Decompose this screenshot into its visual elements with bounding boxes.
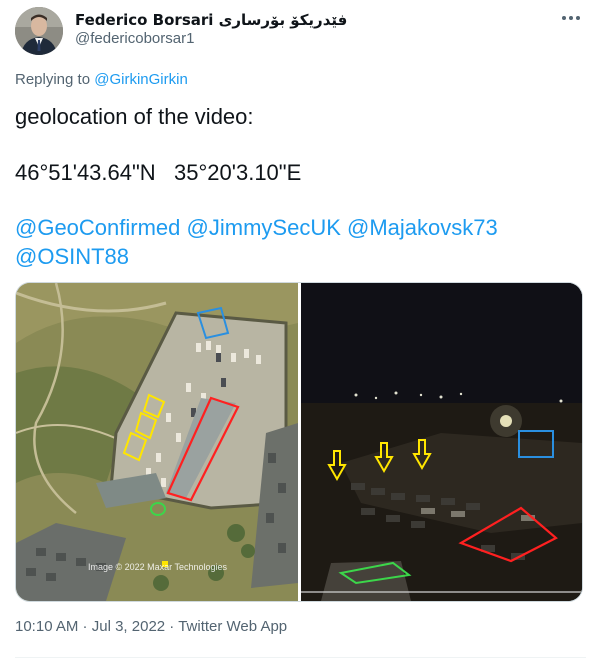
mention-link[interactable]: @JimmySecUK xyxy=(187,215,341,240)
meta-separator: · xyxy=(78,618,92,635)
avatar[interactable] xyxy=(15,7,63,55)
replying-to-label: Replying to xyxy=(15,71,91,88)
map-watermark: Image © 2022 Maxar Technologies xyxy=(88,562,228,572)
author-name[interactable]: Federico Borsari فێدریکۆ بۆرساری xyxy=(75,11,347,29)
mentions-row: @OSINT88 xyxy=(15,244,129,270)
tweet-date[interactable]: Jul 3, 2022 xyxy=(92,618,165,635)
more-horizontal-icon xyxy=(562,16,580,20)
tweet-time[interactable]: 10:10 AM xyxy=(15,618,78,635)
satellite-image[interactable]: Image © 2022 Maxar Technologies xyxy=(16,283,298,601)
video-frame[interactable] xyxy=(301,283,582,601)
media-container[interactable]: Image © 2022 Maxar Technologies xyxy=(15,282,583,602)
divider xyxy=(15,657,586,658)
tweet-source[interactable]: Twitter Web App xyxy=(178,618,287,635)
tweet-text-line: geolocation of the video: xyxy=(15,104,254,129)
satellite-map: Image © 2022 Maxar Technologies xyxy=(16,283,298,601)
replying-to: Replying to @GirkinGirkin xyxy=(15,71,188,88)
coordinates-text: 46°51'43.64"N 35°20'3.10"E xyxy=(15,160,302,185)
tweet-meta: 10:10 AM · Jul 3, 2022 · Twitter Web App xyxy=(15,618,287,635)
more-button[interactable] xyxy=(555,6,587,30)
reply-to-link[interactable]: @GirkinGirkin xyxy=(94,71,188,88)
video-still xyxy=(301,283,582,601)
avatar-image xyxy=(15,7,63,55)
mention-link[interactable]: @OSINT88 xyxy=(15,244,129,269)
mentions-row: @GeoConfirmed @JimmySecUK @Majakovsk73 xyxy=(15,215,498,241)
author-handle[interactable]: @federicoborsar1 xyxy=(75,30,194,47)
meta-separator: · xyxy=(165,618,179,635)
mention-link[interactable]: @GeoConfirmed xyxy=(15,215,180,240)
mention-link[interactable]: @Majakovsk73 xyxy=(347,215,498,240)
